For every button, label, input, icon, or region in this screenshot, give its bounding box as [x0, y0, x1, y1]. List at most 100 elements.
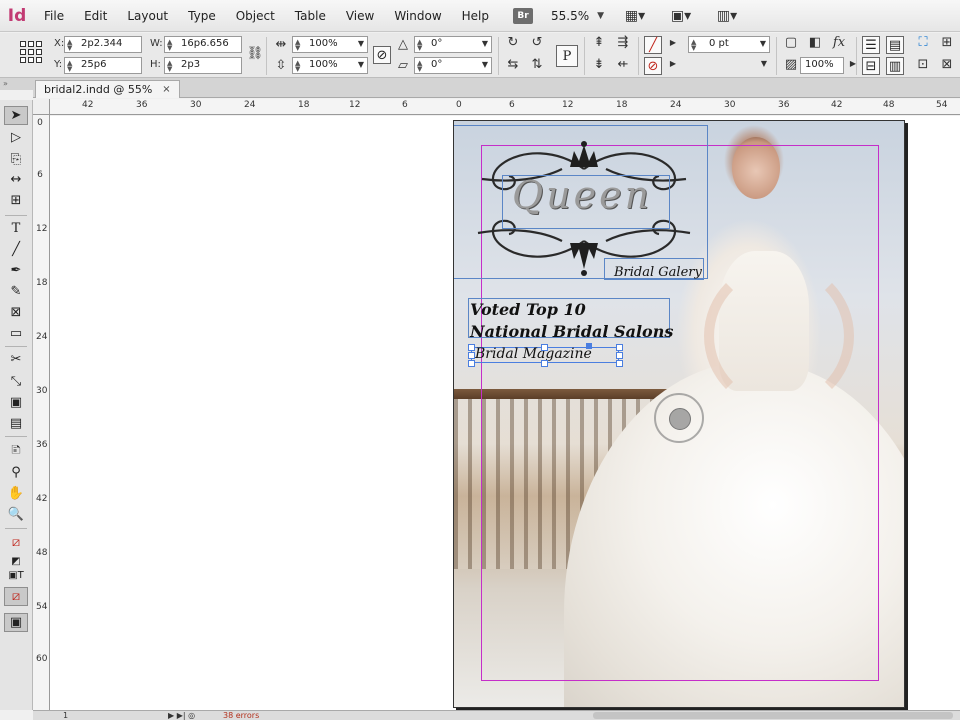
spinner-icon[interactable]: ▲ ▼	[67, 60, 72, 73]
select-previous-object-icon[interactable]: ⇷	[614, 57, 632, 72]
flip-vertical-icon[interactable]: ⇅	[528, 57, 546, 72]
spinner-icon[interactable]: ▲ ▼	[167, 60, 172, 73]
scale-y-field[interactable]: ▲ ▼ 100% ▼	[292, 57, 368, 74]
jump-column-icon[interactable]: ▥	[886, 57, 904, 75]
rotate-ccw-icon[interactable]: ↺	[528, 35, 546, 50]
fit-content-icon[interactable]: ⊞	[938, 35, 956, 50]
opacity-field[interactable]: 100%	[800, 57, 844, 74]
resize-handle[interactable]	[468, 352, 475, 359]
gradient-swatch-tool-icon[interactable]: ▣	[4, 393, 28, 412]
fill-none-icon[interactable]: ╱	[644, 36, 662, 54]
eyedropper-tool-icon[interactable]: ⚲	[4, 463, 28, 482]
chevron-right-icon[interactable]: ▶	[664, 38, 682, 47]
pen-tool-icon[interactable]: ✒	[4, 261, 28, 280]
menu-layout[interactable]: Layout	[117, 0, 178, 32]
horizontal-ruler[interactable]: 42 36 30 24 18 12 6 0 6 12 18 24 30 36 4…	[50, 99, 960, 115]
bridge-button[interactable]: Br	[513, 7, 533, 24]
rotate-cw-icon[interactable]: ↻	[504, 35, 522, 50]
preflight-errors-status[interactable]: 38 errors	[223, 711, 259, 720]
y-field[interactable]: ▲ ▼ 25p6	[64, 57, 142, 74]
menu-window[interactable]: Window	[384, 0, 451, 32]
link-scale-icon[interactable]: ⊘	[373, 46, 391, 64]
auto-fit-icon[interactable]: ⛶	[914, 35, 932, 50]
menu-table[interactable]: Table	[285, 0, 336, 32]
type-tool-icon[interactable]: T	[4, 219, 28, 238]
wrap-around-icon[interactable]: ▤	[886, 36, 904, 54]
shear-field[interactable]: ▲ ▼ 0° ▼	[414, 57, 492, 74]
chevron-down-icon[interactable]: ▼	[755, 59, 773, 68]
view-options-icon[interactable]: ▦▾	[620, 6, 650, 26]
selection-tool-icon[interactable]: ➤	[4, 106, 28, 125]
constrain-proportions-icon[interactable]: ⛓	[246, 46, 264, 61]
rotation-field[interactable]: ▲ ▼ 0° ▼	[414, 36, 492, 53]
spinner-icon[interactable]: ▲ ▼	[417, 39, 422, 52]
rectangle-frame-tool-icon[interactable]: ⊠	[4, 303, 28, 322]
screen-mode-normal-icon[interactable]: ▣	[4, 613, 28, 632]
resize-handle[interactable]	[616, 360, 623, 367]
spinner-icon[interactable]: ▲ ▼	[67, 39, 72, 52]
spinner-icon[interactable]: ▲ ▼	[691, 39, 696, 52]
center-content-icon[interactable]: ⊠	[938, 57, 956, 72]
resize-handle[interactable]	[541, 344, 548, 351]
stroke-none-icon[interactable]: ⊘	[644, 57, 662, 75]
scissors-tool-icon[interactable]: ✂	[4, 350, 28, 369]
zoom-tool-icon[interactable]: 🔍	[4, 505, 28, 524]
menu-object[interactable]: Object	[226, 0, 285, 32]
close-icon[interactable]: ×	[162, 81, 170, 98]
select-next-object-icon[interactable]: ⇶	[614, 35, 632, 50]
select-content-icon[interactable]: ⇟	[590, 57, 608, 72]
spinner-icon[interactable]: ▲ ▼	[167, 39, 172, 52]
menu-help[interactable]: Help	[452, 0, 499, 32]
spinner-icon[interactable]: ▲ ▼	[295, 60, 300, 73]
effects-toggle-icon[interactable]: ◧	[806, 35, 824, 50]
scale-x-field[interactable]: ▲ ▼ 100% ▼	[292, 36, 368, 53]
zoom-level-control[interactable]: 55.5% ▼	[551, 9, 604, 23]
arrange-documents-icon[interactable]: ▥▾	[712, 6, 742, 26]
menu-edit[interactable]: Edit	[74, 0, 117, 32]
x-field[interactable]: ▲ ▼ 2p2.344	[64, 36, 142, 53]
select-container-icon[interactable]: ⇞	[590, 35, 608, 50]
resize-handle[interactable]	[541, 360, 548, 367]
gradient-feather-tool-icon[interactable]: ▤	[4, 414, 28, 433]
resize-handle[interactable]	[616, 344, 623, 351]
chevron-right-icon[interactable]: ▶	[844, 59, 862, 68]
content-collector-tool-icon[interactable]: ⊞	[4, 191, 28, 210]
line-tool-icon[interactable]: ╱	[4, 240, 28, 259]
in-port-handle[interactable]	[586, 343, 592, 349]
height-field[interactable]: ▲ ▼ 2p3	[164, 57, 242, 74]
resize-handle[interactable]	[468, 360, 475, 367]
pasteboard[interactable]: Queen Bridal Galery Voted Top 10 Nationa…	[50, 116, 960, 710]
apply-none-icon[interactable]: ⧄	[4, 587, 28, 606]
note-tool-icon[interactable]: 🗈	[4, 442, 28, 461]
width-field[interactable]: ▲ ▼ 16p6.656	[164, 36, 242, 53]
jump-object-icon[interactable]: ⊟	[862, 57, 880, 75]
stroke-weight-field[interactable]: ▲ ▼ 0 pt ▼	[688, 36, 770, 53]
pencil-tool-icon[interactable]: ✎	[4, 282, 28, 301]
hand-tool-icon[interactable]: ✋	[4, 484, 28, 503]
text-wrap-icon[interactable]: ☰	[862, 36, 880, 54]
menu-type[interactable]: Type	[178, 0, 226, 32]
formatting-affects-icon[interactable]: ▣T	[4, 566, 28, 585]
content-grabber-icon[interactable]	[654, 393, 704, 443]
document-page[interactable]: Queen Bridal Galery Voted Top 10 Nationa…	[453, 120, 905, 708]
paragraph-direction-icon[interactable]: P	[556, 45, 578, 67]
spinner-icon[interactable]: ▲ ▼	[417, 60, 422, 73]
ruler-origin[interactable]	[33, 99, 50, 115]
screen-mode-icon[interactable]: ▣▾	[666, 6, 696, 26]
page-navigation-icon[interactable]: ▶ ▶| ◎	[168, 711, 195, 720]
resize-handle[interactable]	[616, 352, 623, 359]
flip-horizontal-icon[interactable]: ⇆	[504, 57, 522, 72]
free-transform-tool-icon[interactable]: ⤡	[4, 372, 28, 391]
reference-point-icon[interactable]	[20, 41, 42, 63]
direct-selection-tool-icon[interactable]: ▷	[4, 128, 28, 147]
rectangle-tool-icon[interactable]: ▭	[4, 324, 28, 343]
page-number-field[interactable]: 1	[63, 711, 68, 720]
resize-handle[interactable]	[468, 344, 475, 351]
horizontal-scrollbar[interactable]	[593, 712, 953, 719]
spinner-icon[interactable]: ▲ ▼	[295, 39, 300, 52]
vertical-ruler[interactable]: 0 6 12 18 24 30 36 42 48 54 60	[33, 115, 50, 710]
fill-stroke-swatch-icon[interactable]: ⧄	[4, 533, 28, 552]
chevron-right-icon[interactable]: ▶	[664, 59, 682, 68]
drop-shadow-icon[interactable]: ▢	[782, 35, 800, 50]
panel-collapse-grip[interactable]: »	[0, 78, 33, 90]
